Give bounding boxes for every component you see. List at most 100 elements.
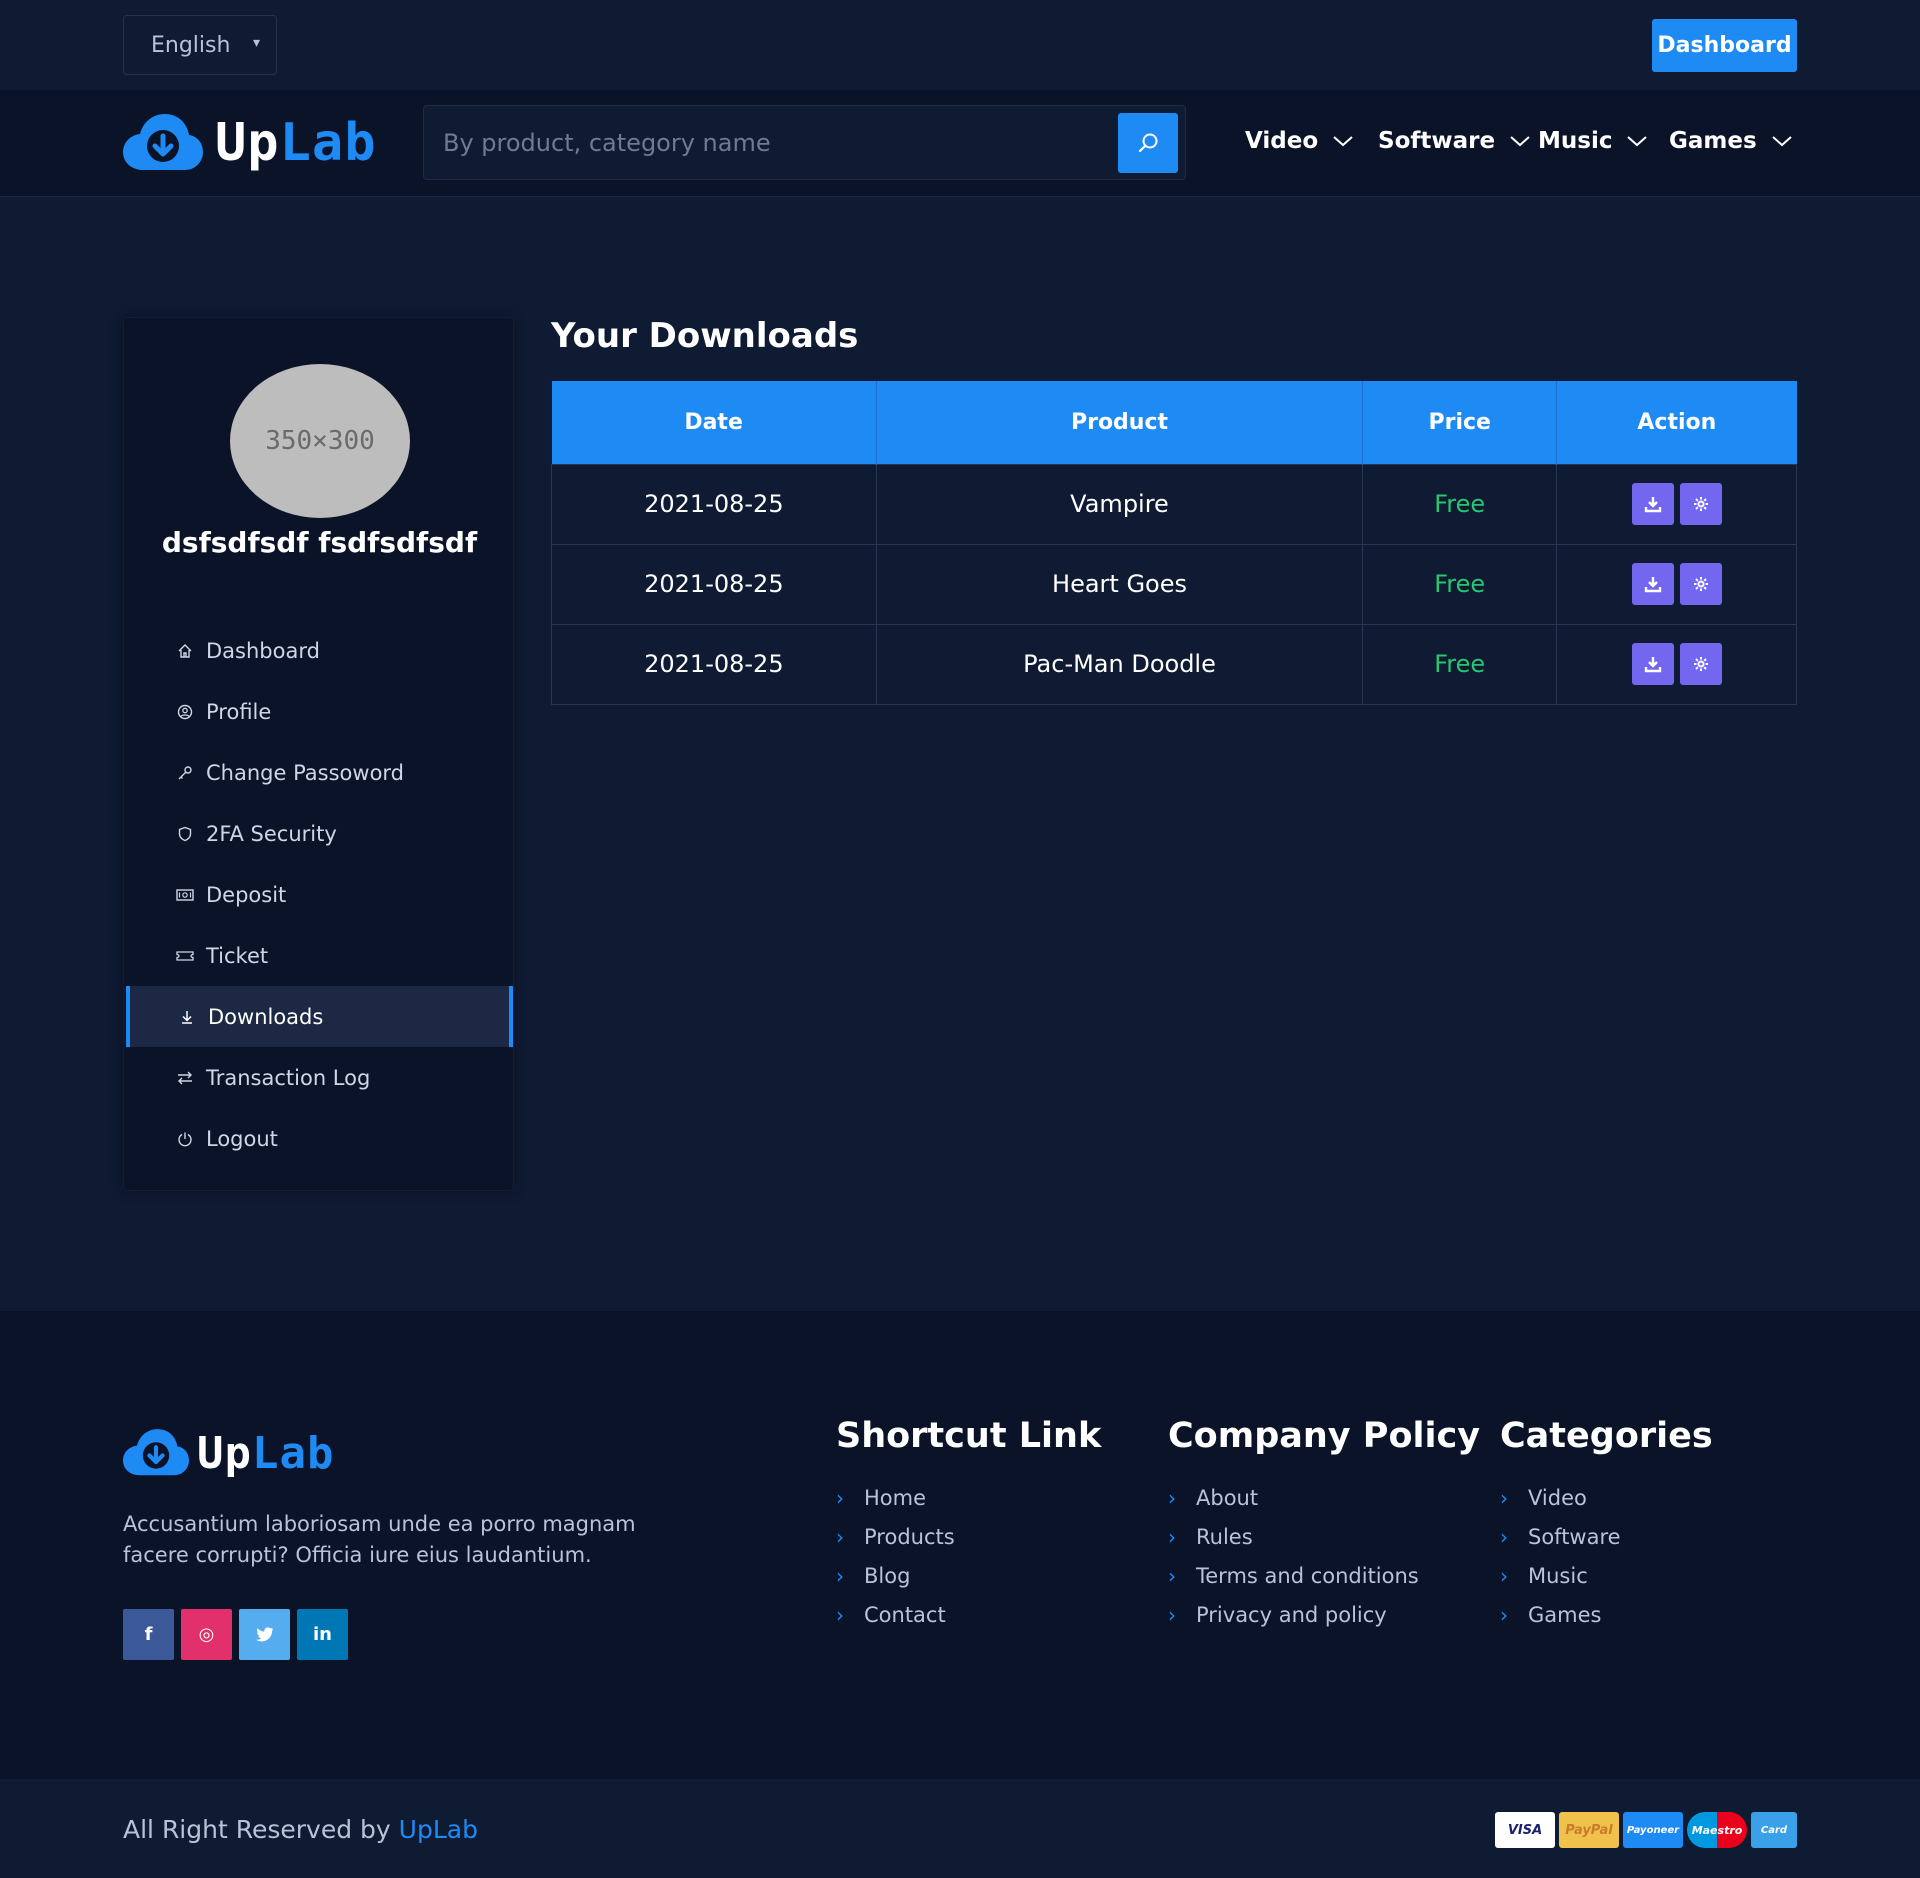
footer-column-company-policy: Company Policy › About › Rules › Terms and …	[1168, 1416, 1480, 1634]
sidebar-item-label: Profile	[206, 699, 272, 724]
download-icon	[1644, 657, 1661, 673]
chevron-right-icon: ›	[1168, 1602, 1176, 1627]
footer-link[interactable]: › Music	[1500, 1556, 1713, 1595]
nav-music[interactable]: Music	[1538, 128, 1648, 154]
sidebar-item-label: 2FA Security	[206, 821, 337, 846]
chevron-down-icon: ▾	[252, 35, 260, 51]
download-icon	[1644, 577, 1661, 593]
sidebar-item-dashboard[interactable]: Dashboard	[124, 620, 515, 681]
sidebar-item-change-password[interactable]: Change Passoword	[124, 742, 515, 803]
table-row: 2021-08-25 Vampire Free	[551, 463, 1797, 545]
footer-link[interactable]: › Contact	[836, 1595, 1101, 1634]
exchange-icon	[176, 1070, 194, 1086]
download-button[interactable]	[1631, 563, 1674, 605]
footer-column-shortcut-links: Shortcut Link › Home › Products › Blog › Con…	[836, 1416, 1101, 1634]
chevron-right-icon: ›	[836, 1485, 844, 1510]
sidebar-item-profile[interactable]: Profile	[124, 681, 515, 742]
nav-software[interactable]: Software	[1378, 128, 1531, 154]
nav-video[interactable]: Video	[1245, 128, 1354, 154]
cell-price: Free	[1362, 543, 1558, 625]
user-sidebar: 350×300 dsfsdfsdf fsdfsdfsdf Dashboard P…	[123, 317, 514, 1191]
chevron-right-icon: ›	[1168, 1524, 1176, 1549]
cloud-download-icon	[123, 1429, 189, 1476]
brand-name: UpLab	[197, 1427, 335, 1479]
footer-link[interactable]: › Games	[1500, 1595, 1713, 1634]
downloads-table: Date Product Price Action 2021-08-25 Vam…	[551, 381, 1797, 705]
search-button[interactable]	[1118, 113, 1178, 173]
home-icon	[176, 643, 194, 659]
chevron-right-icon: ›	[836, 1563, 844, 1588]
cell-date: 2021-08-25	[551, 463, 877, 545]
brand-name: UpLab	[215, 113, 377, 173]
chevron-right-icon: ›	[1168, 1563, 1176, 1588]
settings-button[interactable]	[1679, 563, 1722, 605]
sidebar-item-deposit[interactable]: Deposit	[124, 864, 515, 925]
cell-date: 2021-08-25	[551, 623, 877, 705]
footer-link[interactable]: › Products	[836, 1517, 1101, 1556]
twitter-icon[interactable]	[239, 1609, 290, 1660]
gear-icon	[1693, 657, 1708, 671]
site-logo[interactable]: UpLab	[123, 112, 377, 174]
cloud-download-icon	[123, 114, 203, 170]
footer-about-text: Accusantium laboriosam unde ea porro mag…	[123, 1512, 636, 1567]
footer-column-categories: Categories › Video › Software › Music › Game…	[1500, 1416, 1713, 1634]
gear-icon	[1693, 577, 1708, 591]
paypal-icon: PayPal	[1559, 1812, 1619, 1848]
settings-button[interactable]	[1679, 483, 1722, 525]
footer-link[interactable]: › Blog	[836, 1556, 1101, 1595]
chevron-right-icon: ›	[1500, 1602, 1508, 1627]
footer-link[interactable]: › Video	[1500, 1478, 1713, 1517]
copyright-text: All Right Reserved by UpLab	[123, 1815, 478, 1844]
sidebar-item-ticket[interactable]: Ticket	[124, 925, 515, 986]
sidebar-item-label: Change Passoword	[206, 760, 405, 785]
chevron-right-icon: ›	[1500, 1524, 1508, 1549]
nav-games[interactable]: Games	[1669, 128, 1793, 154]
column-header-price: Price	[1362, 381, 1558, 464]
download-button[interactable]	[1631, 483, 1674, 525]
cell-date: 2021-08-25	[551, 543, 877, 625]
payoneer-icon: Payoneer	[1623, 1812, 1683, 1848]
column-header-date: Date	[551, 381, 877, 464]
user-name: dsfsdfsdf fsdfsdfsdf	[161, 526, 478, 559]
gear-icon	[1693, 497, 1708, 511]
cell-product: Vampire	[875, 463, 1364, 545]
search-input[interactable]	[424, 106, 1114, 179]
sidebar-item-logout[interactable]: Logout	[124, 1108, 515, 1169]
language-select[interactable]: English ▾	[123, 15, 277, 75]
instagram-icon[interactable]: ◎	[181, 1609, 232, 1660]
footer-link[interactable]: › Software	[1500, 1517, 1713, 1556]
maestro-icon: Maestro	[1687, 1812, 1747, 1848]
copyright-brand-link[interactable]: UpLab	[399, 1815, 478, 1844]
top-bar: English ▾ Dashboard	[0, 0, 1920, 90]
footer-link[interactable]: › Privacy and policy	[1168, 1595, 1480, 1634]
cell-action	[1556, 543, 1797, 625]
chevron-right-icon: ›	[1168, 1485, 1176, 1510]
dashboard-button[interactable]: Dashboard	[1652, 19, 1797, 72]
facebook-icon[interactable]: f	[123, 1609, 174, 1660]
footer-link[interactable]: › Home	[836, 1478, 1101, 1517]
search-icon	[1138, 133, 1158, 153]
chevron-down-icon	[1771, 136, 1792, 147]
footer-link[interactable]: › Terms and conditions	[1168, 1556, 1480, 1595]
table-row: 2021-08-25 Heart Goes Free	[551, 543, 1797, 625]
social-links: f ◎ in	[123, 1609, 348, 1660]
settings-button[interactable]	[1679, 643, 1722, 685]
visa-icon: VISA	[1495, 1812, 1555, 1848]
chevron-right-icon: ›	[1500, 1485, 1508, 1510]
sidebar-item-downloads[interactable]: Downloads	[126, 986, 513, 1047]
nav-label: Video	[1245, 128, 1319, 154]
linkedin-icon[interactable]: in	[297, 1609, 348, 1660]
sidebar-item-2fa-security[interactable]: 2FA Security	[124, 803, 515, 864]
avatar: 350×300	[230, 364, 410, 518]
download-button[interactable]	[1631, 643, 1674, 685]
footer-column-title: Categories	[1500, 1416, 1713, 1456]
sidebar-item-transaction-log[interactable]: Transaction Log	[124, 1047, 515, 1108]
footer-link[interactable]: › About	[1168, 1478, 1480, 1517]
table-row: 2021-08-25 Pac-Man Doodle Free	[551, 623, 1797, 705]
footer-logo[interactable]: UpLab	[123, 1427, 334, 1479]
sidebar-item-label: Downloads	[208, 1004, 324, 1029]
footer-link[interactable]: › Rules	[1168, 1517, 1480, 1556]
footer-column-title: Shortcut Link	[836, 1416, 1102, 1456]
column-header-action: Action	[1556, 381, 1797, 464]
key-icon	[176, 765, 194, 781]
